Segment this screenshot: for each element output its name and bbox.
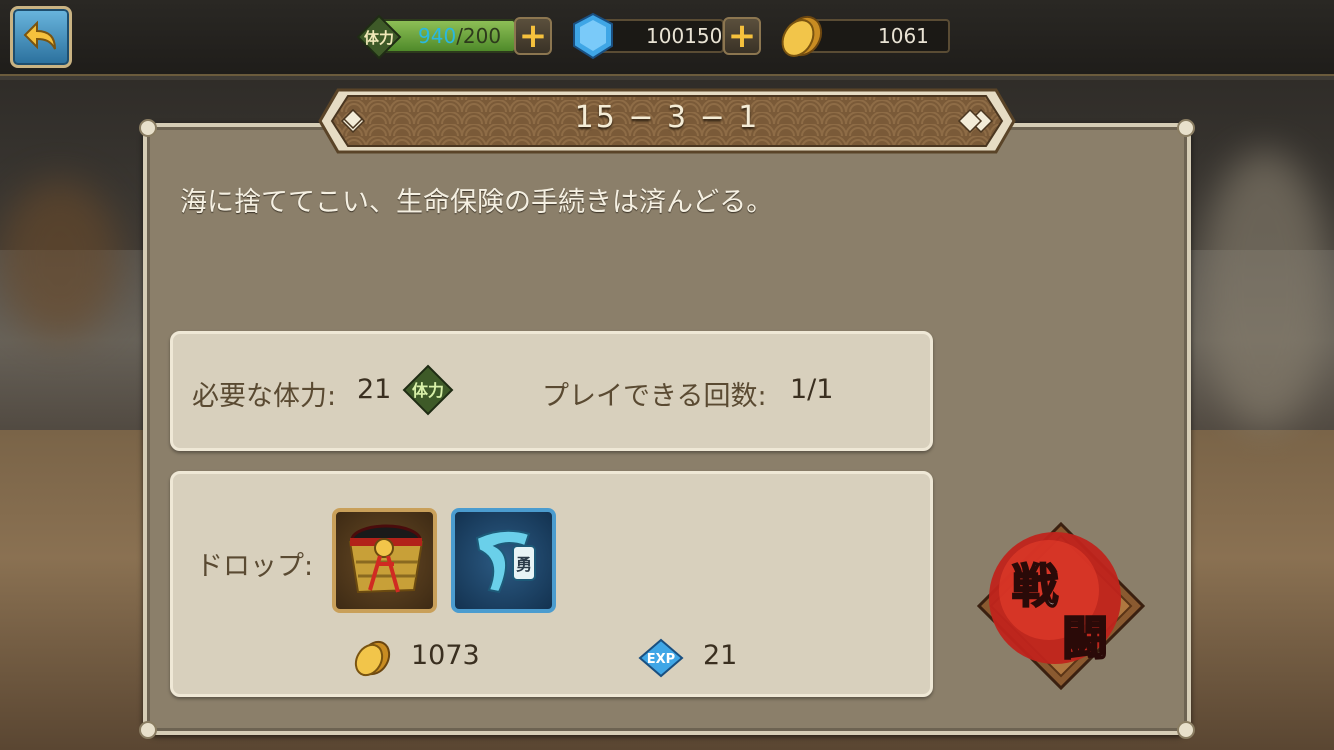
panel-rivet bbox=[139, 119, 157, 137]
background-blur bbox=[1200, 150, 1330, 430]
stamina-value: 940/200 bbox=[418, 24, 501, 48]
stamina-icon: 体力 bbox=[356, 14, 402, 60]
stage-description: 海に捨ててこい、生命保険の手続きは済んどる。 bbox=[180, 187, 774, 218]
add-stamina-button[interactable]: + bbox=[514, 17, 552, 55]
drops-label: ドロップ: bbox=[196, 551, 314, 582]
coin-value: 1061 bbox=[878, 24, 929, 48]
stage-title: 15 − 3 − 1 bbox=[574, 100, 760, 135]
svg-text:勇: 勇 bbox=[516, 555, 532, 574]
svg-text:体力: 体力 bbox=[412, 381, 444, 400]
battle-button[interactable]: 戦 闘 bbox=[977, 522, 1145, 690]
battle-label-2: 闘 bbox=[1062, 611, 1108, 665]
back-arrow-icon bbox=[23, 20, 56, 50]
plus-icon: + bbox=[727, 16, 757, 56]
svg-text:EXP: EXP bbox=[647, 652, 675, 667]
play-count-label: プレイできる回数: bbox=[542, 381, 767, 412]
drop-item-blue-headband[interactable]: 勇 bbox=[451, 508, 556, 613]
play-count-value: 1/1 bbox=[790, 374, 834, 405]
drop-item-armor-belt[interactable] bbox=[332, 508, 437, 613]
required-stamina-value: 21 bbox=[357, 374, 392, 405]
background-blur bbox=[0, 180, 120, 340]
stamina-current: 940 bbox=[418, 24, 457, 48]
battle-label-1: 戦 bbox=[1012, 559, 1058, 613]
required-stamina-label: 必要な体力: bbox=[192, 381, 337, 412]
panel-rivet bbox=[139, 721, 157, 739]
exp-reward-value: 21 bbox=[703, 640, 738, 671]
svg-text:体力: 体力 bbox=[364, 29, 394, 47]
stamina-icon: 体力 bbox=[402, 364, 454, 416]
coin-icon bbox=[781, 15, 823, 57]
headband-icon: 勇 bbox=[475, 529, 536, 594]
panel-rivet bbox=[1177, 119, 1195, 137]
panel-rivet bbox=[1177, 721, 1195, 739]
coin-reward-value: 1073 bbox=[411, 640, 480, 671]
plus-icon: + bbox=[518, 16, 548, 56]
back-button[interactable] bbox=[10, 6, 72, 68]
gem-icon bbox=[573, 12, 613, 60]
armor-belt-icon bbox=[348, 524, 424, 594]
stamina-max: /200 bbox=[456, 24, 502, 48]
gem-value: 100150 bbox=[646, 24, 723, 48]
exp-icon: EXP bbox=[638, 638, 684, 678]
add-gems-button[interactable]: + bbox=[723, 17, 761, 55]
coin-icon bbox=[354, 640, 391, 677]
